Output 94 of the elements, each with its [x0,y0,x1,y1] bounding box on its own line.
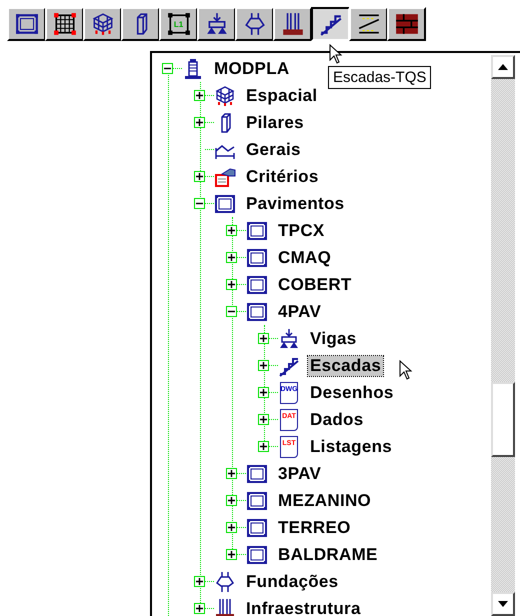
tree-item[interactable]: 4PAV [276,302,324,322]
frame-icon [14,12,38,36]
frame-icon [246,490,268,512]
tree-item[interactable]: Listagens [308,436,394,456]
tree-item[interactable]: Pavimentos [244,194,346,214]
tree-item[interactable]: Infraestrutura [244,598,363,616]
tree-item[interactable]: Gerais [244,140,303,160]
expand-button[interactable] [258,441,269,452]
toolbar-button[interactable] [311,7,350,41]
tree-item[interactable]: MEZANINO [276,490,374,510]
slab-icon [166,12,190,36]
minus-icon [228,308,235,315]
scrollbar[interactable] [491,55,515,616]
space-frame-icon [214,84,236,106]
tree-item[interactable]: TPCX [276,220,327,240]
tree-item[interactable]: COBERT [276,274,354,294]
expand-button[interactable] [194,90,205,101]
expand-button[interactable] [226,522,237,533]
plus-icon [260,443,267,450]
frame-icon [246,246,268,268]
plus-icon [196,92,203,99]
minus-icon [164,65,171,72]
frame-icon [246,274,268,296]
expand-button[interactable] [258,333,269,344]
tree-item[interactable]: Dados [308,410,366,430]
building-icon [182,58,204,80]
collapse-button[interactable] [226,306,237,317]
expand-button[interactable] [194,603,205,614]
plus-icon [228,551,235,558]
tree-item[interactable]: BALDRAME [276,544,380,564]
space-frame-icon [90,12,114,36]
plus-icon [228,524,235,531]
expand-button[interactable] [194,117,205,128]
minus-icon [196,200,203,207]
tree-item[interactable]: Critérios [244,166,321,186]
plus-icon [260,335,267,342]
infra-icon [280,12,304,36]
plus-icon [228,470,235,477]
pointer-icon [399,360,413,381]
tree-item[interactable]: 3PAV [276,464,324,484]
infra-icon [214,598,236,616]
plus-icon [260,416,267,423]
expand-button[interactable] [226,468,237,479]
expand-button[interactable] [258,360,269,371]
plus-icon [196,578,203,585]
plus-icon [196,119,203,126]
scroll-up-button[interactable] [491,55,515,79]
frame-icon [246,220,268,242]
expand-button[interactable] [226,549,237,560]
frame-icon [214,192,236,214]
tooltip: Escadas-TQS [328,66,432,89]
frame-icon [246,462,268,484]
ramp-icon [356,12,380,36]
plus-icon [228,281,235,288]
tree-item[interactable]: Espacial [244,86,320,106]
scroll-thumb[interactable] [491,382,515,457]
up-arrow-icon [498,64,508,70]
collapse-button[interactable] [162,63,173,74]
down-arrow-icon [498,601,508,607]
expand-button[interactable] [194,576,205,587]
tree-item[interactable]: Escadas [308,356,384,376]
plus-icon [228,497,235,504]
tree-item[interactable]: Pilares [244,112,306,132]
grid-icon [52,12,76,36]
expand-button[interactable] [258,387,269,398]
tree-item[interactable]: Fundações [244,572,340,592]
tree-item[interactable]: TERREO [276,518,353,538]
plus-icon [228,254,235,261]
tree-item[interactable]: MODPLA [212,58,292,78]
plus-icon [228,227,235,234]
beam-icon [278,328,300,350]
plus-icon [260,362,267,369]
scroll-down-button[interactable] [491,592,515,616]
tree-item[interactable]: Vigas [308,328,359,348]
frame-icon [246,516,268,538]
frame-icon [246,544,268,566]
beam-icon [204,12,228,36]
expand-button[interactable] [194,171,205,182]
criteria-icon [214,166,236,188]
expand-button[interactable] [226,495,237,506]
expand-button[interactable] [226,225,237,236]
plus-icon [196,173,203,180]
plus-icon [260,389,267,396]
frame-icon [246,300,268,322]
foundation-icon [214,570,236,592]
expand-button[interactable] [226,252,237,263]
collapse-button[interactable] [194,198,205,209]
foundation-icon [242,12,266,36]
tree-item[interactable]: Desenhos [308,382,396,402]
plus-icon [196,605,203,612]
brick-icon [394,12,418,36]
expand-button[interactable] [258,414,269,425]
tree-item[interactable]: CMAQ [276,248,334,268]
expand-button[interactable] [226,279,237,290]
